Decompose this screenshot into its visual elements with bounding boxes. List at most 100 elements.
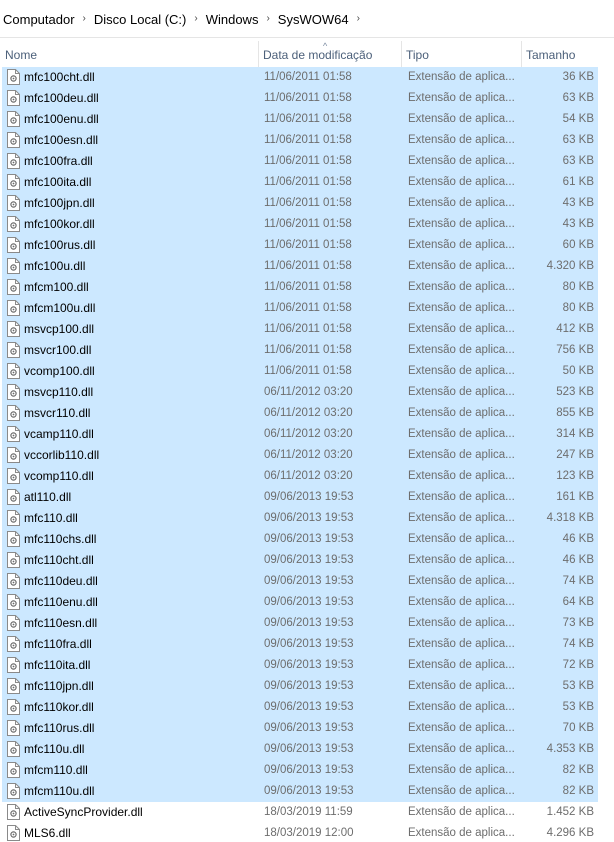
file-row[interactable]: mfc100enu.dll 11/06/2011 01:58 Extensão de… xyxy=(0,109,614,130)
dll-file-icon xyxy=(7,216,20,232)
file-row[interactable]: mfc110kor.dll 09/06/2013 19:53 Extensão de… xyxy=(0,697,614,718)
file-date: 09/06/2013 19:53 xyxy=(264,785,354,797)
file-row[interactable]: mfc100ita.dll 11/06/2011 01:58 Extensão de… xyxy=(0,172,614,193)
file-row[interactable]: msvcr100.dll 11/06/2011 01:58 Extensão de … xyxy=(0,340,614,361)
dll-file-icon xyxy=(7,132,20,148)
file-type: Extensão de aplica... xyxy=(408,827,515,839)
file-row[interactable]: mfc100jpn.dll 11/06/2011 01:58 Extensão de… xyxy=(0,193,614,214)
file-row[interactable]: mfc100fra.dll 11/06/2011 01:58 Extensão de… xyxy=(0,151,614,172)
breadcrumb-item[interactable]: Disco Local (C:) xyxy=(91,12,189,27)
column-header-date[interactable]: Data de modificação xyxy=(258,41,401,67)
file-date: 11/06/2011 01:58 xyxy=(264,281,352,293)
file-row[interactable]: atl110.dll 09/06/2013 19:53 Extensão de ap… xyxy=(0,487,614,508)
file-date: 09/06/2013 19:53 xyxy=(264,764,354,776)
file-row[interactable]: mfc100rus.dll 11/06/2011 01:58 Extensão de… xyxy=(0,235,614,256)
file-row[interactable]: vcomp110.dll 06/11/2012 03:20 Extensão de … xyxy=(0,466,614,487)
file-row[interactable]: mfcm100.dll 11/06/2011 01:58 Extensão de a… xyxy=(0,277,614,298)
file-size: 72 KB xyxy=(562,659,594,671)
file-date: 09/06/2013 19:53 xyxy=(264,512,354,524)
file-type: Extensão de aplica... xyxy=(408,134,515,146)
file-type: Extensão de aplica... xyxy=(408,764,515,776)
file-row[interactable]: mfc100deu.dll 11/06/2011 01:58 Extensão de… xyxy=(0,88,614,109)
file-name: mfc110chs.dll xyxy=(24,532,97,546)
column-header-name[interactable]: Nome xyxy=(0,41,258,67)
file-type: Extensão de aplica... xyxy=(408,701,515,713)
file-date: 18/03/2019 11:59 xyxy=(264,806,353,818)
file-row[interactable]: mfc110fra.dll 09/06/2013 19:53 Extensão de… xyxy=(0,634,614,655)
file-row[interactable]: mfc110esn.dll 09/06/2013 19:53 Extensão de… xyxy=(0,613,614,634)
file-row[interactable]: mfc110chs.dll 09/06/2013 19:53 Extensão de… xyxy=(0,529,614,550)
dll-file-icon xyxy=(7,678,20,694)
file-row[interactable]: mfc110ita.dll 09/06/2013 19:53 Extensão de… xyxy=(0,655,614,676)
dll-file-icon xyxy=(7,573,20,589)
file-row[interactable]: mfc110.dll 09/06/2013 19:53 Extensão de ap… xyxy=(0,508,614,529)
file-row[interactable]: mfcm110u.dll 09/06/2013 19:53 Extensão de … xyxy=(0,781,614,802)
file-row[interactable]: mfcm110.dll 09/06/2013 19:53 Extensão de a… xyxy=(0,760,614,781)
file-row[interactable]: vcomp100.dll 11/06/2011 01:58 Extensão de … xyxy=(0,361,614,382)
chevron-right-icon[interactable]: › xyxy=(189,13,202,24)
file-row[interactable]: MLS6.dll 18/03/2019 12:00 Extensão de apli… xyxy=(0,823,614,842)
chevron-right-icon[interactable]: › xyxy=(352,13,365,24)
file-type: Extensão de aplica... xyxy=(408,806,515,818)
dll-file-icon xyxy=(7,90,20,106)
file-name: mfc110fra.dll xyxy=(24,637,92,651)
file-row[interactable]: mfc100esn.dll 11/06/2011 01:58 Extensão de… xyxy=(0,130,614,151)
file-row[interactable]: vcamp110.dll 06/11/2012 03:20 Extensão de … xyxy=(0,424,614,445)
dll-file-icon xyxy=(7,468,20,484)
file-row[interactable]: mfc110deu.dll 09/06/2013 19:53 Extensão de… xyxy=(0,571,614,592)
dll-file-icon xyxy=(7,426,20,442)
file-type: Extensão de aplica... xyxy=(408,386,515,398)
file-date: 11/06/2011 01:58 xyxy=(264,260,352,272)
file-type: Extensão de aplica... xyxy=(408,113,515,125)
breadcrumb-item[interactable]: Windows xyxy=(203,12,262,27)
file-size: 82 KB xyxy=(562,785,594,797)
breadcrumb-item[interactable]: SysWOW64 xyxy=(275,12,352,27)
file-type: Extensão de aplica... xyxy=(408,491,515,503)
file-type: Extensão de aplica... xyxy=(408,785,515,797)
file-row[interactable]: ActiveSyncProvider.dll 18/03/2019 11:59 Ex… xyxy=(0,802,614,823)
file-row[interactable]: msvcr110.dll 06/11/2012 03:20 Extensão de … xyxy=(0,403,614,424)
file-row[interactable]: mfc110cht.dll 09/06/2013 19:53 Extensão de… xyxy=(0,550,614,571)
chevron-right-icon[interactable]: › xyxy=(78,13,91,24)
file-size: 43 KB xyxy=(562,218,594,230)
file-row[interactable]: mfc100cht.dll 11/06/2011 01:58 Extensão de… xyxy=(0,67,614,88)
file-type: Extensão de aplica... xyxy=(408,92,515,104)
file-name: MLS6.dll xyxy=(24,826,71,840)
file-row[interactable]: mfc100u.dll 11/06/2011 01:58 Extensão de a… xyxy=(0,256,614,277)
file-row[interactable]: mfc100kor.dll 11/06/2011 01:58 Extensão de… xyxy=(0,214,614,235)
file-size: 4.353 KB xyxy=(546,743,594,755)
file-type: Extensão de aplica... xyxy=(408,260,515,272)
breadcrumb-item[interactable]: Computador xyxy=(0,12,78,27)
file-list: mfc100cht.dll 11/06/2011 01:58 Extensão de… xyxy=(0,67,614,842)
file-row[interactable]: mfcm100u.dll 11/06/2011 01:58 Extensão de … xyxy=(0,298,614,319)
file-type: Extensão de aplica... xyxy=(408,239,515,251)
chevron-right-icon[interactable]: › xyxy=(261,13,274,24)
file-row[interactable]: vccorlib110.dll 06/11/2012 03:20 Extensão … xyxy=(0,445,614,466)
file-name: msvcp110.dll xyxy=(24,385,94,399)
file-type: Extensão de aplica... xyxy=(408,638,515,650)
file-name: mfc100cht.dll xyxy=(24,70,95,84)
file-date: 06/11/2012 03:20 xyxy=(264,407,353,419)
column-header-type[interactable]: Tipo xyxy=(401,41,521,67)
file-row[interactable]: mfc110enu.dll 09/06/2013 19:53 Extensão de… xyxy=(0,592,614,613)
address-bar[interactable]: Computador › Disco Local (C:) › Windows › SysW… xyxy=(0,0,614,38)
file-type: Extensão de aplica... xyxy=(408,281,515,293)
file-type: Extensão de aplica... xyxy=(408,365,515,377)
file-date: 09/06/2013 19:53 xyxy=(264,575,354,587)
file-date: 11/06/2011 01:58 xyxy=(264,239,352,251)
dll-file-icon xyxy=(7,825,20,841)
file-row[interactable]: mfc110jpn.dll 09/06/2013 19:53 Extensão de… xyxy=(0,676,614,697)
file-size: 74 KB xyxy=(562,575,594,587)
file-size: 63 KB xyxy=(562,155,594,167)
dll-file-icon xyxy=(7,237,20,253)
file-type: Extensão de aplica... xyxy=(408,155,515,167)
column-header-size[interactable]: Tamanho xyxy=(521,41,614,67)
file-row[interactable]: msvcp100.dll 11/06/2011 01:58 Extensão de … xyxy=(0,319,614,340)
file-type: Extensão de aplica... xyxy=(408,428,515,440)
file-row[interactable]: msvcp110.dll 06/11/2012 03:20 Extensão de … xyxy=(0,382,614,403)
file-size: 46 KB xyxy=(562,554,594,566)
file-row[interactable]: mfc110u.dll 09/06/2013 19:53 Extensão de a… xyxy=(0,739,614,760)
file-row[interactable]: mfc110rus.dll 09/06/2013 19:53 Extensão de… xyxy=(0,718,614,739)
file-name: mfc110esn.dll xyxy=(24,616,98,630)
dll-file-icon xyxy=(7,447,20,463)
